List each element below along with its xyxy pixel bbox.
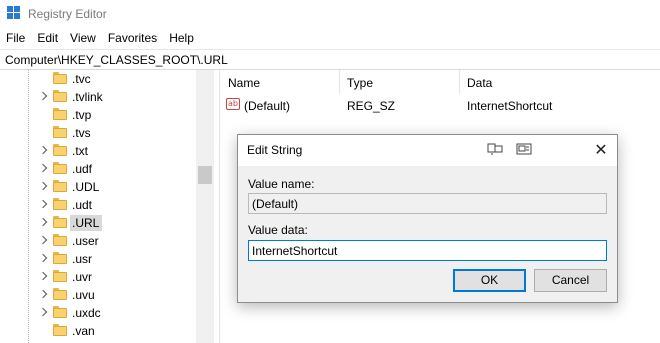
registry-editor-icon (7, 6, 21, 20)
close-icon[interactable]: ✕ (590, 139, 612, 161)
chevron-right-icon[interactable] (38, 217, 48, 227)
tree-item-label: .tvlink (72, 90, 103, 104)
tree-scroll-thumb[interactable] (198, 166, 212, 184)
tree-item[interactable]: .tvlink (0, 88, 196, 106)
key-tree[interactable]: .tvc .tvlink .tvp .tvs .txt .udf .UDL .udt .URL.… (0, 70, 214, 343)
dialog-title: Edit String (247, 143, 303, 157)
tree-item[interactable]: .uvu (0, 286, 196, 304)
folder-icon (53, 216, 67, 228)
folder-icon (53, 306, 67, 318)
tree-item-label: .van (72, 324, 95, 338)
menu-edit[interactable]: Edit (31, 28, 64, 49)
address-path[interactable]: Computer\HKEY_CLASSES_ROOT\.URL (5, 53, 228, 67)
column-header-name[interactable]: Name (221, 70, 340, 94)
tree-item-label: .tvp (72, 108, 92, 122)
chevron-right-icon[interactable] (38, 91, 48, 101)
folder-icon (53, 162, 67, 174)
tree-item[interactable]: .usr (0, 250, 196, 268)
tree-item[interactable]: .tvp (0, 106, 196, 124)
tree-item[interactable]: .udf (0, 160, 196, 178)
value-data: InternetShortcut (467, 99, 553, 113)
edit-string-dialog: Edit String ✕ Value name: (Default) Valu… (237, 134, 618, 303)
chevron-right-icon[interactable] (38, 253, 48, 263)
value-row[interactable]: ab (Default) REG_SZ InternetShortcut (221, 95, 660, 115)
folder-icon (53, 180, 67, 192)
tree-item[interactable]: .tvs (0, 124, 196, 142)
tree-item[interactable]: .van (0, 322, 196, 340)
folder-icon (53, 234, 67, 246)
pane-splitter[interactable] (214, 70, 220, 343)
string-value-icon: ab (226, 98, 240, 110)
menu-bar: File Edit View Favorites Help (0, 28, 660, 49)
value-name: (Default) (244, 99, 291, 113)
folder-icon (53, 108, 67, 120)
chevron-right-icon[interactable] (38, 289, 48, 299)
folder-icon (53, 126, 67, 138)
folder-icon (53, 90, 67, 102)
tree-item[interactable]: .tvc (0, 70, 196, 88)
column-header-data[interactable]: Data (460, 70, 660, 94)
tree-item[interactable]: .URL (0, 214, 196, 232)
tree-item[interactable]: .udt (0, 196, 196, 214)
value-data-input[interactable]: InternetShortcut (248, 240, 607, 261)
menu-favorites[interactable]: Favorites (102, 28, 163, 49)
title-bar: Registry Editor (0, 0, 660, 28)
menu-file[interactable]: File (0, 28, 31, 49)
chevron-right-icon[interactable] (38, 199, 48, 209)
value-data-label: Value data: (248, 223, 308, 237)
chevron-right-icon[interactable] (38, 271, 48, 281)
tree-item[interactable]: .uxdc (0, 304, 196, 322)
folder-icon (53, 198, 67, 210)
folder-icon (53, 324, 67, 336)
chevron-right-icon[interactable] (38, 163, 48, 173)
chevron-right-icon[interactable] (38, 145, 48, 155)
column-header-type[interactable]: Type (340, 70, 460, 94)
tree-item-label: .tvs (72, 126, 91, 140)
tree-item-label: .usr (72, 252, 93, 266)
chevron-right-icon[interactable] (38, 235, 48, 245)
chevron-right-icon[interactable] (38, 307, 48, 317)
image-capture-icon (516, 143, 532, 155)
dialog-body: Value name: (Default) Value data: Intern… (238, 166, 617, 302)
folder-icon (53, 144, 67, 156)
address-bar[interactable]: Computer\HKEY_CLASSES_ROOT\.URL (0, 49, 660, 70)
tree-item-label: .uvu (72, 288, 95, 302)
folder-icon (53, 252, 67, 264)
tree-scrollbar[interactable] (196, 70, 214, 343)
tree-item-label: .uvr (72, 270, 93, 284)
tree-item[interactable]: .txt (0, 142, 196, 160)
tree-item[interactable]: .uvr (0, 268, 196, 286)
tree-item-label: .txt (72, 144, 89, 158)
tree-item-label: .user (72, 234, 99, 248)
window-title: Registry Editor (28, 7, 107, 21)
folder-icon (53, 270, 67, 282)
value-name-field: (Default) (248, 193, 607, 214)
screen-sharing-icon (487, 143, 503, 155)
tree-item-label: .udt (72, 198, 93, 212)
tree-item[interactable]: .UDL (0, 178, 196, 196)
tree-item-label: .UDL (72, 180, 100, 194)
value-name-label: Value name: (248, 177, 315, 191)
menu-view[interactable]: View (64, 28, 102, 49)
cancel-button[interactable]: Cancel (534, 269, 607, 292)
tree-item[interactable]: .user (0, 232, 196, 250)
menu-help[interactable]: Help (163, 28, 200, 49)
tree-item-label: .URL (70, 215, 103, 231)
value-type: REG_SZ (347, 99, 396, 113)
tree-item-label: .udf (72, 162, 93, 176)
tree-item-label: .tvc (72, 72, 91, 86)
folder-icon (53, 288, 67, 300)
ok-button[interactable]: OK (453, 269, 526, 292)
folder-icon (53, 72, 67, 84)
tree-item-label: .uxdc (72, 306, 101, 320)
chevron-right-icon[interactable] (38, 181, 48, 191)
